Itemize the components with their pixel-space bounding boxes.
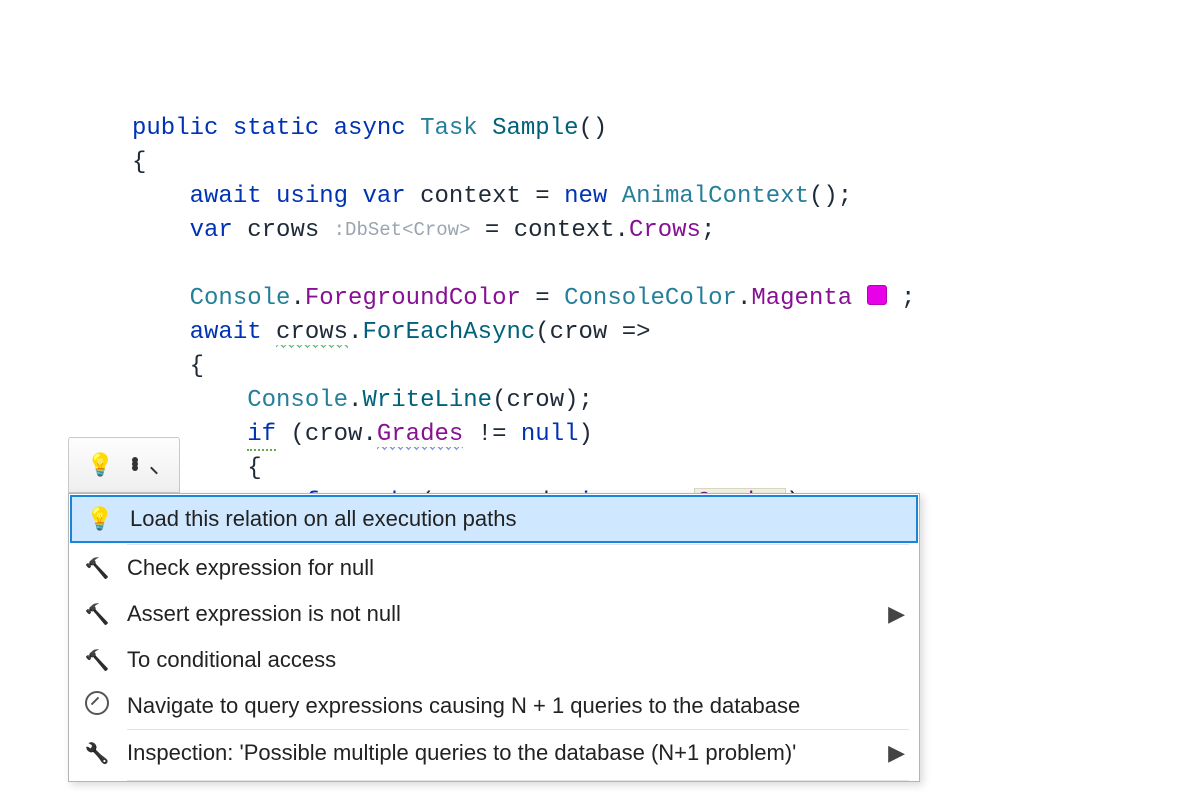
method-foreachasync: ForEachAsync xyxy=(362,319,535,346)
ident-crows: crows xyxy=(247,217,319,244)
menu-label: Inspection: 'Possible multiple queries t… xyxy=(127,740,796,766)
ident-crows-warn[interactable]: crows xyxy=(276,319,348,349)
menu-label: Assert expression is not null xyxy=(127,601,401,627)
lightbulb-icon[interactable] xyxy=(87,452,113,478)
keyword-public: public xyxy=(132,115,218,142)
submenu-arrow-icon: ▶ xyxy=(888,601,905,627)
lightbulb-toolbar[interactable] xyxy=(68,437,180,493)
code-editor[interactable]: public static async Task Sample() { awai… xyxy=(132,78,915,520)
brace: { xyxy=(190,353,204,380)
method-writeline: WriteLine xyxy=(362,387,492,414)
member-foregroundcolor: ForegroundColor xyxy=(305,285,521,312)
keyword-await: await xyxy=(190,319,262,346)
type-task: Task xyxy=(420,115,478,142)
keyword-null: null xyxy=(521,421,579,448)
color-swatch-magenta xyxy=(867,285,887,305)
menu-label: Load this relation on all execution path… xyxy=(130,506,516,532)
ident-context: context xyxy=(514,217,615,244)
keyword-new: new xyxy=(564,183,607,210)
keyword-if: if xyxy=(247,421,276,451)
menu-label: Check expression for null xyxy=(127,555,374,581)
type-hint: :DbSet<Crow> xyxy=(334,219,471,241)
menu-item-load-relation[interactable]: Load this relation on all execution path… xyxy=(70,495,918,543)
member-grades-warn[interactable]: Grades xyxy=(377,421,463,451)
ident-context: context xyxy=(420,183,521,210)
type-console: Console xyxy=(190,285,291,312)
type-animalcontext: AnimalContext xyxy=(622,183,809,210)
method-sample: Sample xyxy=(492,115,578,142)
menu-item-assert-notnull[interactable]: Assert expression is not null ▶ xyxy=(69,591,919,637)
keyword-static: static xyxy=(233,115,319,142)
member-crows: Crows xyxy=(629,217,701,244)
navigate-icon xyxy=(83,691,111,721)
inspect-icon[interactable] xyxy=(136,454,162,477)
keyword-using: using xyxy=(276,183,348,210)
member-magenta: Magenta xyxy=(751,285,852,312)
menu-item-inspection-settings[interactable]: Inspection: 'Possible multiple queries t… xyxy=(69,730,919,776)
submenu-arrow-icon: ▶ xyxy=(888,740,905,766)
menu-item-navigate-nplus1[interactable]: Navigate to query expressions causing N … xyxy=(69,683,919,729)
keyword-await: await xyxy=(190,183,262,210)
brace: { xyxy=(247,455,261,482)
keyword-var: var xyxy=(362,183,405,210)
hammer-icon xyxy=(83,555,111,581)
hammer-icon xyxy=(83,647,111,673)
quickfix-popup[interactable]: Load this relation on all execution path… xyxy=(68,493,920,782)
menu-label: Navigate to query expressions causing N … xyxy=(127,693,800,719)
menu-label: To conditional access xyxy=(127,647,336,673)
lightbulb-icon xyxy=(86,506,114,532)
menu-item-conditional-access[interactable]: To conditional access xyxy=(69,637,919,683)
type-console: Console xyxy=(247,387,348,414)
wrench-icon xyxy=(83,740,111,766)
menu-item-check-null[interactable]: Check expression for null xyxy=(69,545,919,591)
menu-separator xyxy=(127,780,909,781)
keyword-async: async xyxy=(334,115,406,142)
type-consolecolor: ConsoleColor xyxy=(564,285,737,312)
hammer-icon xyxy=(83,601,111,627)
keyword-var: var xyxy=(190,217,233,244)
brace: { xyxy=(132,149,146,176)
